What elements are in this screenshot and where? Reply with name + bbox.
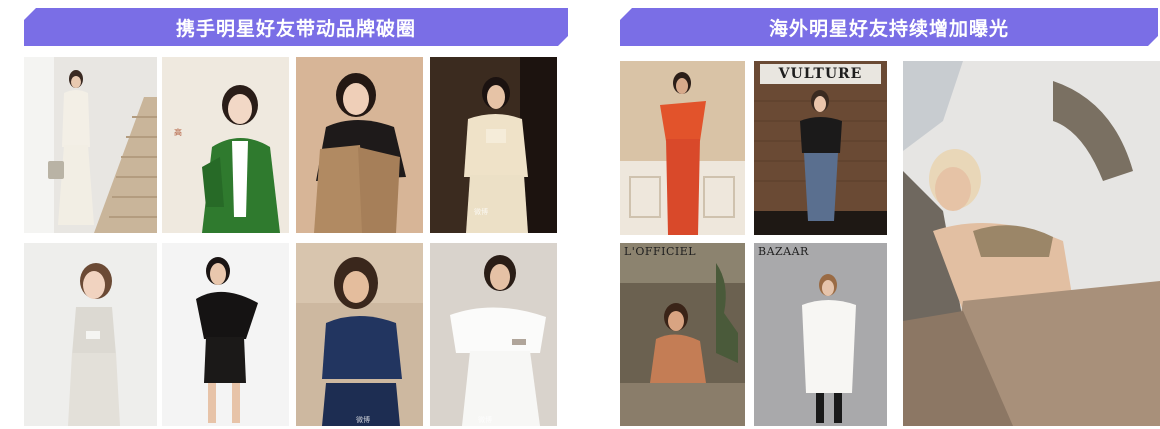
- photo-celebrity-sequin-top: 微博: [296, 243, 423, 426]
- photo-magazine-bazaar: BAZAAR: [754, 243, 887, 426]
- right-section-banner: 海外明星好友持续增加曝光: [620, 8, 1158, 46]
- photo-celebrity-white-offshoulder: 微博: [430, 243, 557, 426]
- photo-celebrity-cream-suit: 微博: [430, 57, 557, 233]
- photo-celebrity-halter-dress: [24, 243, 157, 426]
- left-banner-title: 携手明星好友带动品牌破圈: [175, 17, 416, 40]
- photo-celebrity-staircase: [24, 57, 157, 233]
- photo-celebrity-reclining: [903, 61, 1160, 426]
- lofficiel-masthead: L'OFFICIEL: [624, 245, 697, 258]
- vulture-sign: VULTURE: [760, 64, 881, 84]
- photo-celebrity-orange-gown: [620, 61, 745, 235]
- photo-celebrity-black-dress: [162, 243, 289, 426]
- svg-text:高: 高: [174, 127, 182, 137]
- left-section-banner: 携手明星好友带动品牌破圈: [24, 8, 568, 46]
- photo-celebrity-camel-coat: [296, 57, 423, 233]
- right-banner-title: 海外明星好友持续增加曝光: [768, 17, 1009, 40]
- photo-celebrity-vulture-event: VULTURE: [754, 61, 887, 235]
- photo-celebrity-green-suit: 高: [162, 57, 289, 233]
- photo-magazine-lofficiel: L'OFFICIEL: [620, 243, 745, 426]
- bazaar-masthead: BAZAAR: [758, 245, 809, 258]
